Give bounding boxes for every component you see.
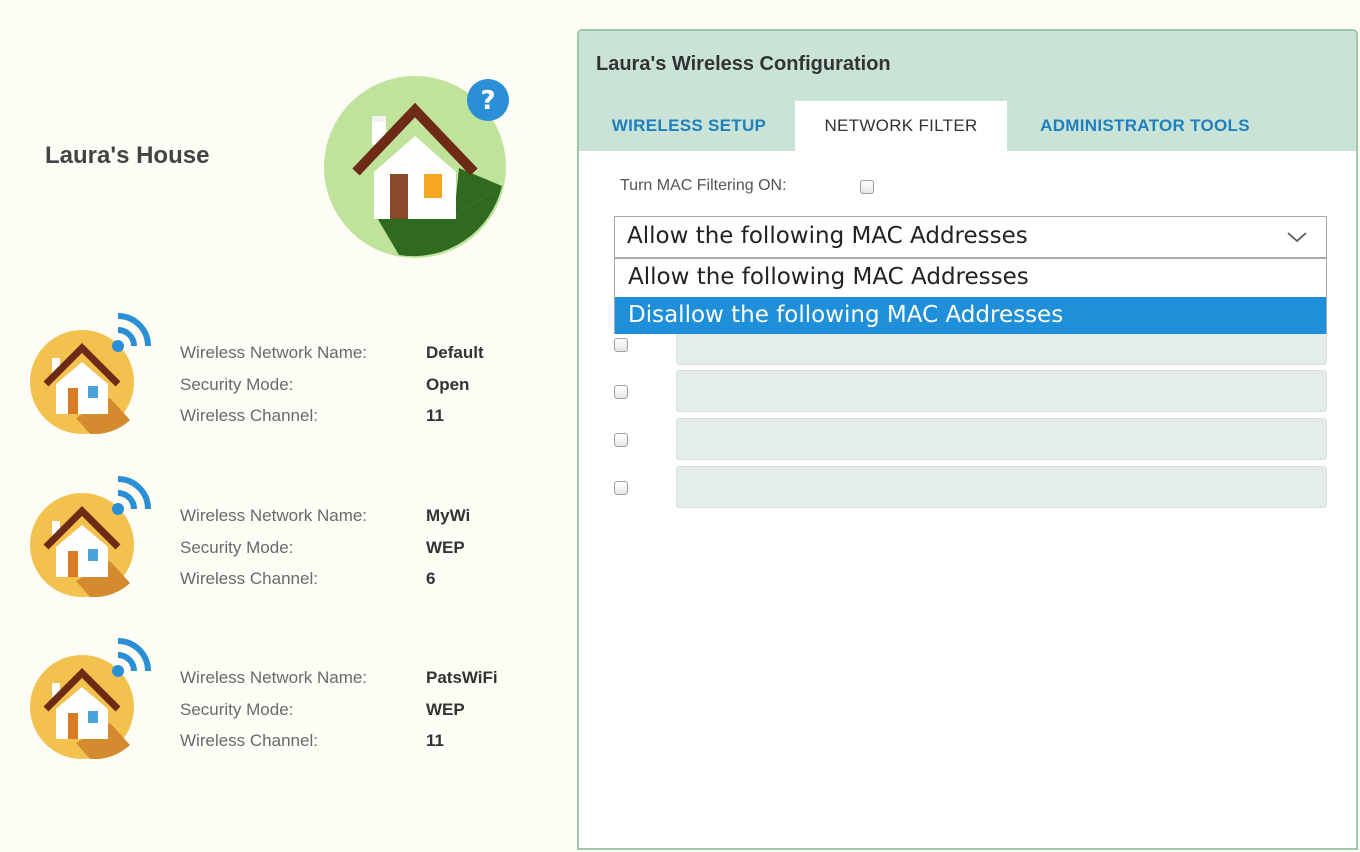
wireless-channel-value: 6 [426,569,436,588]
security-mode-row: Security Mode: WEP [180,537,465,559]
option-disallow-mac[interactable]: Disallow the following MAC Addresses [615,297,1326,334]
panel-header: Laura's Wireless Configuration WIRELESS … [579,31,1356,151]
mac-entry-checkbox[interactable] [614,433,628,447]
select-current-value: Allow the following MAC Addresses [627,223,1028,249]
network-name-row: Wireless Network Name: Default [180,342,484,364]
house-title: Laura's House [45,142,210,169]
network-name-label: Wireless Network Name: [180,668,368,687]
wireless-channel-label: Wireless Channel: [180,406,318,425]
wireless-house-icon [30,638,151,759]
mac-entry-checkbox[interactable] [614,385,628,399]
mac-entry-checkbox[interactable] [614,481,628,495]
mac-address-field[interactable] [676,370,1327,412]
security-mode-label: Security Mode: [180,700,294,719]
wireless-channel-row: Wireless Channel: 11 [180,730,444,752]
panel-title: Laura's Wireless Configuration [596,53,891,75]
network-name-row: Wireless Network Name: MyWi [180,505,470,527]
mac-entry-checkbox[interactable] [614,338,628,352]
tab-wireless-setup[interactable]: WIRELESS SETUP [589,101,789,151]
mac-address-row [579,418,1356,462]
security-mode-label: Security Mode: [180,538,294,557]
network-card: Wireless Network Name: Default Security M… [30,310,550,440]
network-name-row: Wireless Network Name: PatsWiFi [180,667,498,689]
network-name-value: PatsWiFi [426,668,498,687]
chevron-down-icon [1287,232,1307,243]
security-mode-value: Open [426,375,470,394]
wireless-channel-value: 11 [426,731,444,750]
mac-filter-mode-select[interactable]: Allow the following MAC Addresses [614,216,1327,258]
network-card: Wireless Network Name: MyWi Security Mode… [30,473,550,603]
wireless-house-icon [30,476,151,597]
mac-filtering-checkbox[interactable] [860,180,874,194]
security-mode-row: Security Mode: Open [180,374,469,396]
mac-address-row [579,466,1356,510]
mac-address-field[interactable] [676,466,1327,508]
help-icon[interactable]: ? [466,78,510,122]
wireless-channel-row: Wireless Channel: 6 [180,568,435,590]
option-allow-mac[interactable]: Allow the following MAC Addresses [615,259,1326,296]
security-mode-label: Security Mode: [180,375,294,394]
network-name-label: Wireless Network Name: [180,343,368,362]
mac-address-field[interactable] [676,418,1327,460]
wireless-channel-value: 11 [426,406,444,425]
wireless-configuration-panel: Laura's Wireless Configuration WIRELESS … [577,29,1358,850]
network-name-label: Wireless Network Name: [180,506,368,525]
security-mode-value: WEP [426,538,465,557]
wireless-house-icon [30,313,151,434]
security-mode-value: WEP [426,700,465,719]
tab-administrator-tools[interactable]: ADMINISTRATOR TOOLS [1009,101,1281,151]
wireless-channel-label: Wireless Channel: [180,731,318,750]
security-mode-row: Security Mode: WEP [180,699,465,721]
network-name-value: Default [426,343,484,362]
wireless-channel-row: Wireless Channel: 11 [180,405,444,427]
tab-network-filter[interactable]: NETWORK FILTER [795,101,1007,151]
mac-filter-mode-dropdown: Allow the following MAC Addresses Disall… [614,258,1327,334]
network-name-value: MyWi [426,506,471,525]
svg-text:?: ? [480,86,495,116]
mac-filtering-label: Turn MAC Filtering ON: [620,177,787,194]
wireless-channel-label: Wireless Channel: [180,569,318,588]
mac-address-row [579,370,1356,414]
network-card: Wireless Network Name: PatsWiFi Security … [30,635,550,765]
